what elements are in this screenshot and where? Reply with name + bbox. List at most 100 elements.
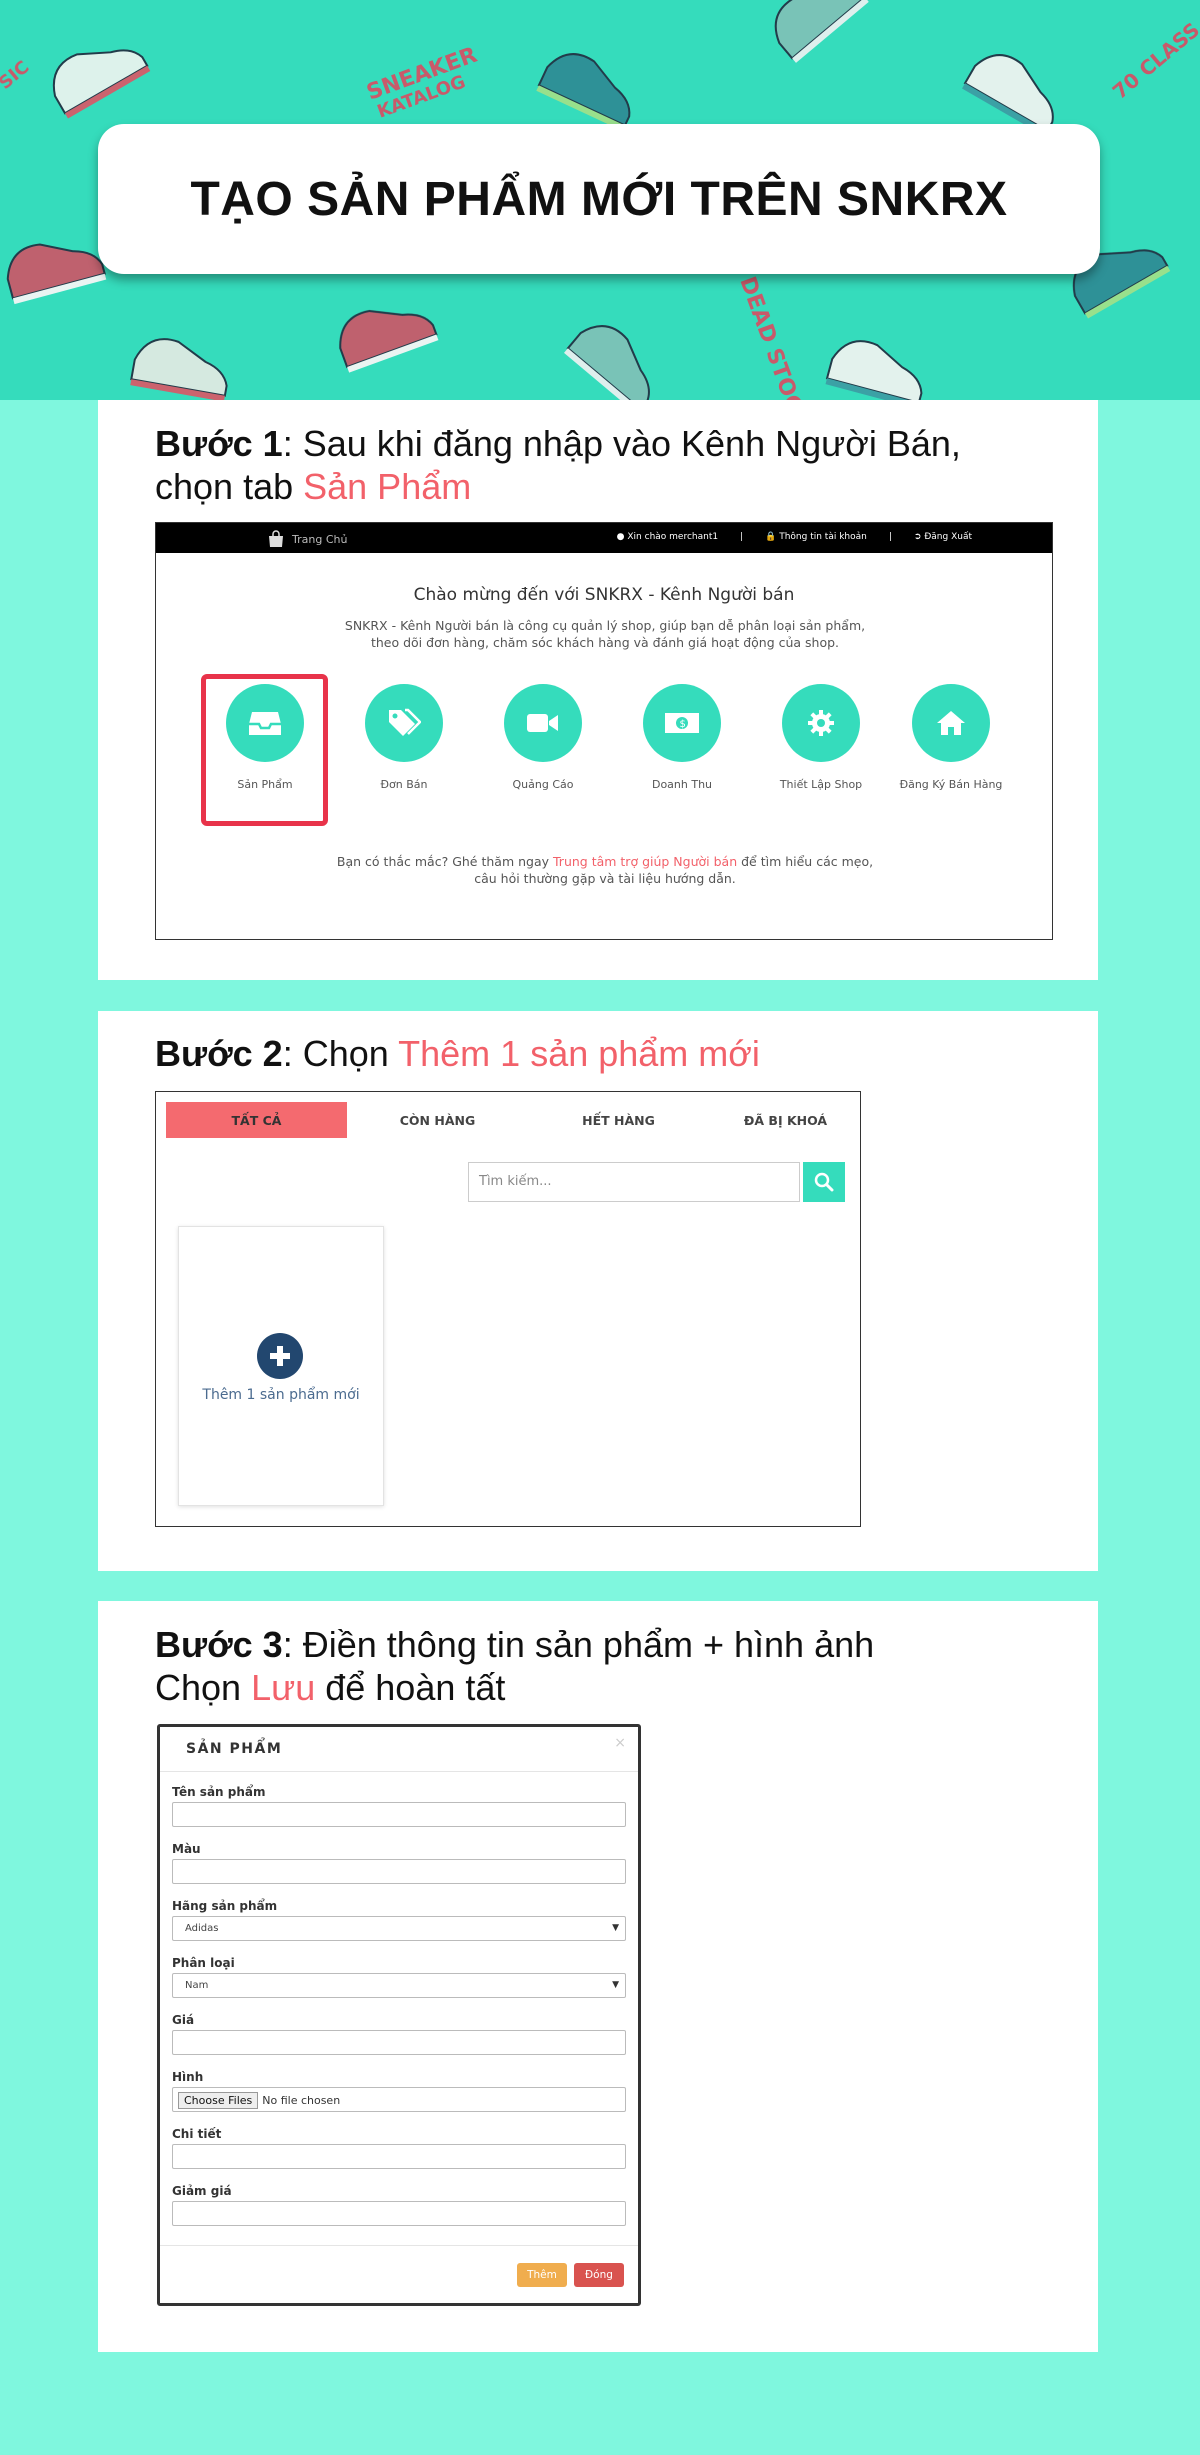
color-input[interactable] <box>172 1859 626 1884</box>
step-3-text-line1: : Điền thông tin sản phẩm + hình ảnh <box>282 1624 875 1665</box>
account-info-link[interactable]: 🔒 Thông tin tài khoản <box>765 532 867 542</box>
price-label: Giá <box>172 2013 195 2027</box>
feature-label: Đơn Bán <box>380 778 428 791</box>
step-3-text-line2-suffix: để hoàn tất <box>315 1667 506 1708</box>
feature-doanh-thu[interactable]: $ Doanh Thu <box>602 684 762 791</box>
feature-label: Đăng Ký Bán Hàng <box>899 778 1003 791</box>
seller-dashboard-screenshot: Trang Chủ ● Xin chào merchant1 | 🔒 Thông… <box>155 522 1053 940</box>
intro-line-1: SNKRX - Kênh Người bán là công cụ quản l… <box>344 618 866 633</box>
help-line-2: câu hỏi thường gặp và tài liệu hướng dẫn… <box>474 871 736 886</box>
step-3-title: Bước 3: Điền thông tin sản phẩm + hình ả… <box>155 1623 874 1709</box>
step-3-label: Bước 3 <box>155 1624 283 1665</box>
step-2-label: Bước 2 <box>155 1033 283 1074</box>
image-file-input[interactable]: Choose Files No file chosen <box>172 2087 626 2112</box>
category-label: Phân loại <box>172 1956 235 1970</box>
category-value: Nam <box>185 1980 209 1991</box>
feature-quang-cao[interactable]: Quảng Cáo <box>463 684 623 791</box>
step-2-title: Bước 2: Chọn Thêm 1 sản phẩm mới <box>155 1032 760 1075</box>
separator: | <box>740 532 744 542</box>
tab-all[interactable]: TẤT CẢ <box>166 1102 347 1138</box>
tab-out-of-stock[interactable]: HẾT HÀNG <box>528 1102 709 1138</box>
chevron-down-icon: ▼ <box>612 1923 619 1933</box>
step-2-highlight: Thêm 1 sản phẩm mới <box>398 1033 760 1074</box>
help-center-link[interactable]: Trung tâm trợ giúp Người bán <box>553 854 737 869</box>
name-input[interactable] <box>172 1802 626 1827</box>
gear-icon <box>782 684 860 762</box>
greeting-link[interactable]: ● Xin chào merchant1 <box>617 532 718 542</box>
detail-input[interactable] <box>172 2144 626 2169</box>
category-select[interactable]: Nam ▼ <box>172 1973 626 1998</box>
choose-files-button[interactable]: Choose Files <box>178 2092 259 2109</box>
seller-topbar: Trang Chủ ● Xin chào merchant1 | 🔒 Thông… <box>156 523 1052 553</box>
search-icon <box>814 1172 834 1192</box>
page-title: TẠO SẢN PHẨM MỚI TRÊN SNKRX <box>190 172 1008 226</box>
brand-select[interactable]: Adidas ▼ <box>172 1916 626 1941</box>
step-3-text-line2: Chọn <box>155 1667 252 1708</box>
help-text: Bạn có thắc mắc? Ghé thăm ngay Trung tâm… <box>306 853 904 887</box>
product-form-modal: SẢN PHẨM × Tên sản phẩm Màu Hãng sản phẩ… <box>157 1724 641 2306</box>
modal-footer-divider <box>160 2245 638 2246</box>
search-input[interactable]: Tìm kiếm... <box>468 1162 800 1202</box>
price-input[interactable] <box>172 2030 626 2055</box>
product-list-screenshot: TẤT CẢ CÒN HÀNG HẾT HÀNG ĐÃ BỊ KHOÁ Tìm … <box>155 1091 861 1527</box>
welcome-heading: Chào mừng đến với SNKRX - Kênh Người bán <box>413 585 795 605</box>
svg-text:SIC: SIC <box>0 57 33 94</box>
video-camera-icon <box>504 684 582 762</box>
shopping-bag-icon <box>269 530 283 547</box>
account-info-label: Thông tin tài khoản <box>779 532 867 542</box>
close-icon[interactable]: × <box>614 1735 626 1751</box>
feature-label: Doanh Thu <box>651 778 713 791</box>
header-banner: SNEAKER KATALOG DEAD STOCK 70 CLASS SIC … <box>0 0 1200 400</box>
name-label: Tên sản phẩm <box>172 1785 266 1799</box>
step-3-panel: Bước 3: Điền thông tin sản phẩm + hình ả… <box>98 1601 1098 2352</box>
help-suffix: để tìm hiểu các mẹo, <box>737 854 874 869</box>
modal-title: SẢN PHẨM <box>186 1741 283 1757</box>
step-2-text: : Chọn <box>282 1033 399 1074</box>
step-3-highlight: Lưu <box>251 1667 316 1708</box>
home-label: Trang Chủ <box>292 532 348 546</box>
intro-text: SNKRX - Kênh Người bán là công cụ quản l… <box>326 617 884 651</box>
feature-dang-ky-ban-hang[interactable]: Đăng Ký Bán Hàng <box>871 684 1031 791</box>
modal-divider <box>160 1771 638 1772</box>
chevron-down-icon: ▼ <box>612 1980 619 1990</box>
step-1-text-line2: chọn tab <box>155 466 304 507</box>
feature-label: Quảng Cáo <box>512 778 574 791</box>
home-link[interactable]: Trang Chủ <box>266 530 347 548</box>
svg-text:DEAD STOCK: DEAD STOCK <box>734 274 812 400</box>
step-1-text-line1: : Sau khi đăng nhập vào Kênh Người Bán, <box>282 423 961 464</box>
step-1-title: Bước 1: Sau khi đăng nhập vào Kênh Người… <box>155 422 961 508</box>
feature-don-ban[interactable]: Đơn Bán <box>324 684 484 791</box>
money-icon: $ <box>643 684 721 762</box>
intro-line-2: theo dõi đơn hàng, chăm sóc khách hàng v… <box>370 635 840 650</box>
no-file-text: No file chosen <box>262 2094 341 2107</box>
title-card: TẠO SẢN PHẨM MỚI TRÊN SNKRX <box>98 124 1100 274</box>
separator: | <box>888 532 892 542</box>
highlight-box <box>201 674 328 826</box>
step-1-panel: Bước 1: Sau khi đăng nhập vào Kênh Người… <box>98 400 1098 980</box>
step-1-highlight: Sản Phẩm <box>303 466 472 507</box>
tags-icon <box>365 684 443 762</box>
help-prefix: Bạn có thắc mắc? Ghé thăm ngay <box>336 854 553 869</box>
step-1-label: Bước 1 <box>155 423 283 464</box>
tab-locked[interactable]: ĐÃ BỊ KHOÁ <box>709 1102 862 1138</box>
home-icon <box>912 684 990 762</box>
add-product-card[interactable]: Thêm 1 sản phẩm mới <box>178 1226 384 1506</box>
color-label: Màu <box>172 1842 201 1856</box>
close-button[interactable]: Đóng <box>574 2263 624 2287</box>
discount-input[interactable] <box>172 2201 626 2226</box>
brand-label: Hãng sản phẩm <box>172 1899 278 1913</box>
topbar-right: ● Xin chào merchant1 | 🔒 Thông tin tài k… <box>617 532 972 542</box>
logout-link[interactable]: ➲ Đăng Xuất <box>914 532 972 542</box>
logout-label: Đăng Xuất <box>924 532 972 542</box>
plus-circle-icon <box>257 1333 303 1379</box>
add-product-label: Thêm 1 sản phẩm mới <box>202 1387 360 1403</box>
detail-label: Chi tiết <box>172 2127 222 2141</box>
add-button[interactable]: Thêm <box>517 2263 567 2287</box>
svg-text:70 CLASS: 70 CLASS <box>1108 18 1200 104</box>
image-label: Hình <box>172 2070 204 2084</box>
brand-value: Adidas <box>185 1923 219 1934</box>
tab-in-stock[interactable]: CÒN HÀNG <box>347 1102 528 1138</box>
search-button[interactable] <box>803 1162 845 1202</box>
svg-text:$: $ <box>680 719 686 730</box>
step-2-panel: Bước 2: Chọn Thêm 1 sản phẩm mới TẤT CẢ … <box>98 1011 1098 1571</box>
